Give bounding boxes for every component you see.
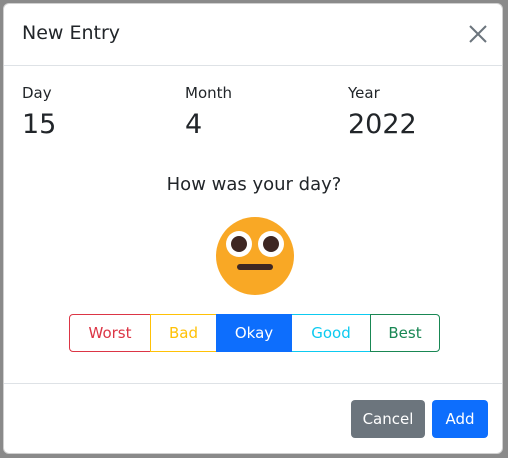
modal-title: New Entry <box>22 22 121 44</box>
month-value: 4 <box>185 109 203 140</box>
mood-selector: Worst Bad Okay Good Best <box>69 314 440 352</box>
mood-worst-button[interactable]: Worst <box>69 314 151 352</box>
month-field: Month 4 <box>185 84 232 140</box>
add-button[interactable]: Add <box>432 400 488 438</box>
day-field: Day 15 <box>22 84 56 140</box>
year-value: 2022 <box>348 109 417 140</box>
mood-okay-button[interactable]: Okay <box>216 314 292 352</box>
date-row: Day 15 Month 4 Year 2022 <box>22 84 492 146</box>
month-label: Month <box>185 84 233 102</box>
year-label: Year <box>348 84 380 102</box>
mood-best-button[interactable]: Best <box>370 314 440 352</box>
day-label: Day <box>22 84 52 102</box>
year-field: Year 2022 <box>348 84 417 140</box>
mood-bad-button[interactable]: Bad <box>150 314 217 352</box>
close-button[interactable] <box>468 24 488 44</box>
mood-good-button[interactable]: Good <box>291 314 371 352</box>
modal-header: New Entry <box>4 4 502 66</box>
neutral-face-icon <box>216 217 294 295</box>
day-question: How was your day? <box>166 174 342 195</box>
day-value: 15 <box>22 109 57 140</box>
cancel-button[interactable]: Cancel <box>351 400 425 438</box>
new-entry-modal: New Entry Day 15 Month 4 Year 2022 How w… <box>3 3 503 454</box>
close-icon <box>469 25 487 43</box>
modal-footer: Cancel Add <box>4 383 502 453</box>
